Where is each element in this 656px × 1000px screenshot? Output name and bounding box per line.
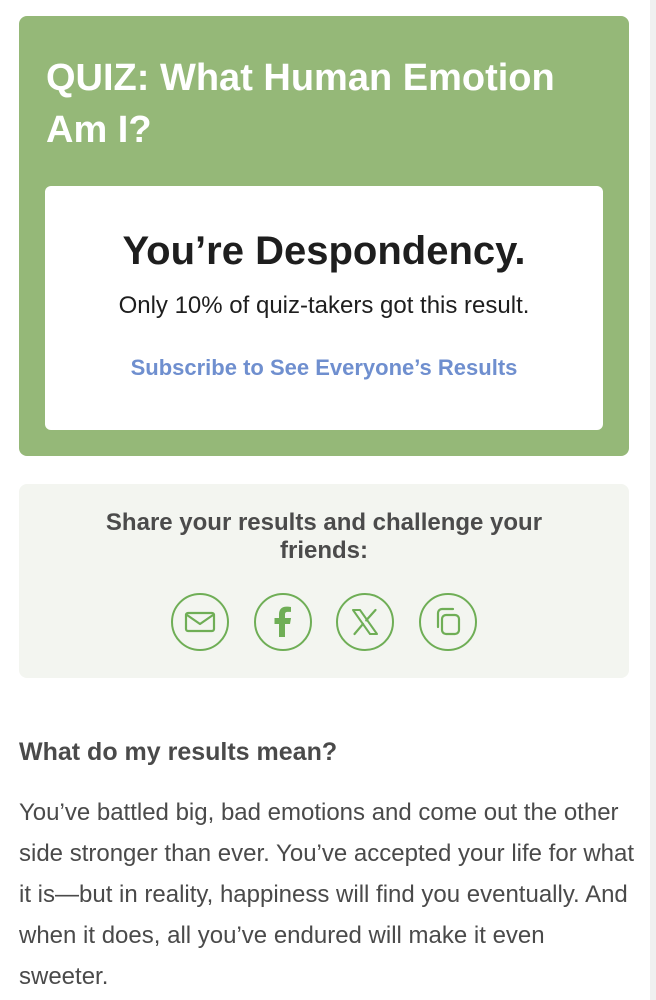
x-share-button[interactable] [336,593,395,651]
copy-link-button[interactable] [418,593,477,651]
results-meaning-text: You’ve battled big, bad emotions and com… [19,799,635,990]
facebook-icon [274,606,291,637]
page: QUIZ: What Human Emotion Am I? You’re De… [0,0,656,1000]
subscribe-results-link[interactable]: Subscribe to See Everyone’s Results [45,354,603,382]
x-icon [352,608,379,636]
quiz-result-card: QUIZ: What Human Emotion Am I? You’re De… [19,16,629,456]
quiz-title: QUIZ: What Human Emotion Am I? [46,57,555,151]
share-results-panel: Share your results and challenge your fr… [19,484,629,678]
facebook-share-button[interactable] [253,593,312,651]
email-share-button[interactable] [171,593,229,651]
result-percentage-text: Only 10% of quiz-takers got this result. [118,292,530,319]
result-box: You’re Despondency. Only 10% of quiz-tak… [45,186,603,430]
email-icon [184,611,216,633]
share-icon-group [171,593,477,655]
copy-icon [436,607,461,636]
result-heading: You’re Despondency. [122,229,526,273]
scrollbar-track[interactable] [650,0,656,1000]
share-results-prompt: Share your results and challenge your fr… [105,509,543,564]
results-meaning-heading: What do my results mean? [19,738,338,766]
